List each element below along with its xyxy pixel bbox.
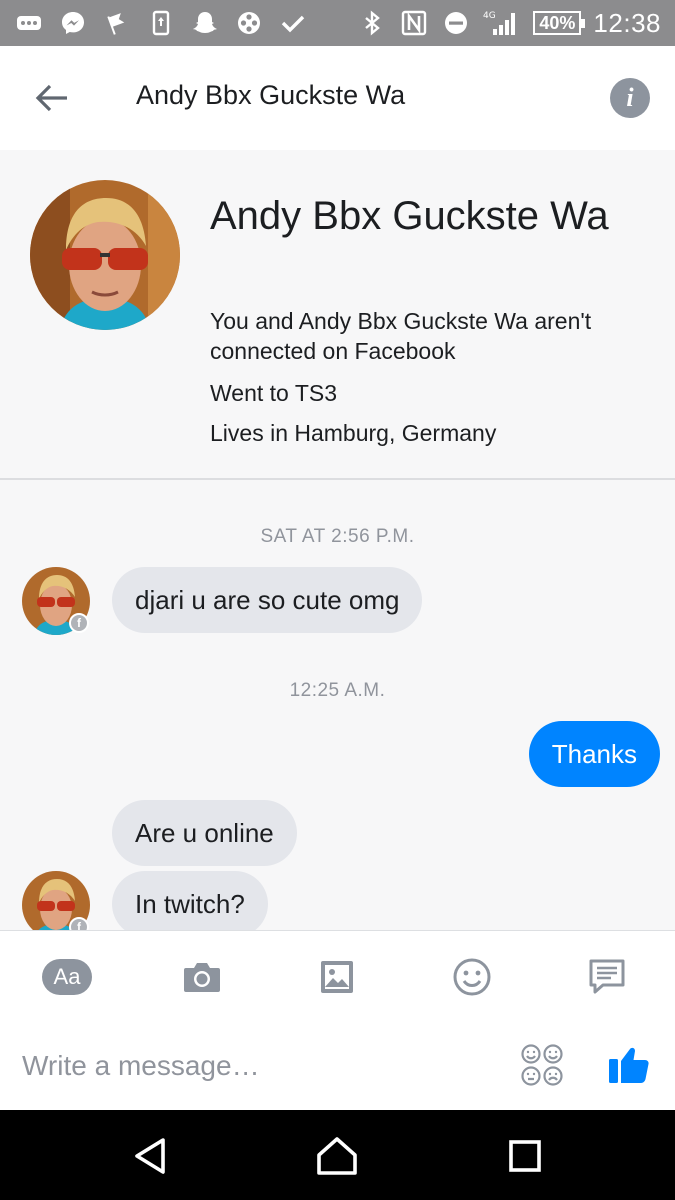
back-button[interactable] xyxy=(30,78,74,118)
status-bar: 4G 40% 12:38 xyxy=(0,0,675,46)
profile-avatar[interactable] xyxy=(30,180,180,330)
message-input[interactable] xyxy=(22,1043,492,1089)
message-timestamp: SAT AT 2:56 P.M. xyxy=(260,526,415,547)
aa-icon: Aa xyxy=(42,959,92,995)
profile-education: Went to TS3 xyxy=(210,380,337,406)
profile-card: Andy Bbx Guckste Wa You and Andy Bbx Guc… xyxy=(0,150,675,480)
video-reel-icon xyxy=(234,8,264,38)
message-text: Thanks xyxy=(551,738,637,769)
message-bubble-incoming[interactable]: djari u are so cute omg xyxy=(112,567,423,633)
screen-rotation-icon xyxy=(146,8,176,38)
connection-status: You and Andy Bbx Guckste Wa aren't conne… xyxy=(210,308,592,364)
message-bubble-incoming[interactable]: Are u online xyxy=(112,800,297,866)
messenger-icon xyxy=(58,8,88,38)
snapchat-icon xyxy=(190,8,220,38)
conversation-header: Andy Bbx Guckste Wa i xyxy=(0,46,675,150)
triangle-back-icon xyxy=(135,1138,165,1174)
nav-home-button[interactable] xyxy=(313,1132,361,1180)
arrow-left-icon xyxy=(35,84,67,112)
image-icon xyxy=(321,961,353,993)
message-thread[interactable]: SAT AT 2:56 P.M. f djari u are so cute o… xyxy=(0,480,675,930)
thumbs-up-icon xyxy=(609,1047,649,1083)
quick-replies-button[interactable] xyxy=(579,953,635,1001)
message-bubble-incoming[interactable]: In twitch? xyxy=(112,871,268,930)
page-title: Andy Bbx Guckste Wa xyxy=(136,80,406,110)
emoji-button[interactable] xyxy=(444,953,500,1001)
camera-icon xyxy=(184,963,220,992)
do-not-disturb-icon xyxy=(441,8,471,38)
battery-label: 40% xyxy=(539,12,576,33)
system-navigation-bar xyxy=(0,1110,675,1200)
sticker-faces-icon xyxy=(521,1044,563,1086)
profile-name: Andy Bbx Guckste Wa xyxy=(210,194,609,238)
more-icon xyxy=(14,8,44,38)
like-button[interactable] xyxy=(605,1039,653,1087)
network-type-label: 4G xyxy=(483,11,496,21)
status-clock: 12:38 xyxy=(593,7,661,38)
message-composer: Aa xyxy=(0,930,675,1110)
text-format-button[interactable]: Aa xyxy=(39,953,95,1001)
info-icon: i xyxy=(626,83,634,112)
camera-button[interactable] xyxy=(174,953,230,1001)
facebook-badge-icon: f xyxy=(69,917,89,930)
nfc-icon xyxy=(399,8,429,38)
check-icon xyxy=(278,8,308,38)
message-bubble-outgoing[interactable]: Thanks xyxy=(528,721,660,787)
message-text: djari u are so cute omg xyxy=(135,584,400,615)
bluetooth-icon xyxy=(357,8,387,38)
profile-location: Lives in Hamburg, Germany xyxy=(210,420,497,446)
square-recents-icon xyxy=(509,1140,541,1172)
flag-icon xyxy=(102,8,132,38)
message-text: Are u online xyxy=(135,817,274,848)
stickers-button[interactable] xyxy=(520,1043,564,1087)
info-button[interactable]: i xyxy=(610,78,650,118)
system-icons: 4G 40% 12:38 xyxy=(357,6,661,40)
message-text: In twitch? xyxy=(135,888,245,919)
gallery-button[interactable] xyxy=(309,953,365,1001)
message-timestamp: 12:25 A.M. xyxy=(289,680,386,701)
home-icon xyxy=(317,1137,357,1175)
smiley-icon xyxy=(453,958,491,996)
chat-bubble-icon xyxy=(589,959,625,994)
battery-indicator: 40% xyxy=(533,11,586,35)
nav-back-button[interactable] xyxy=(126,1132,174,1180)
signal-4g-icon: 4G xyxy=(483,8,521,38)
notification-icons xyxy=(14,6,308,40)
facebook-badge-icon: f xyxy=(69,613,89,633)
nav-recents-button[interactable] xyxy=(501,1132,549,1180)
